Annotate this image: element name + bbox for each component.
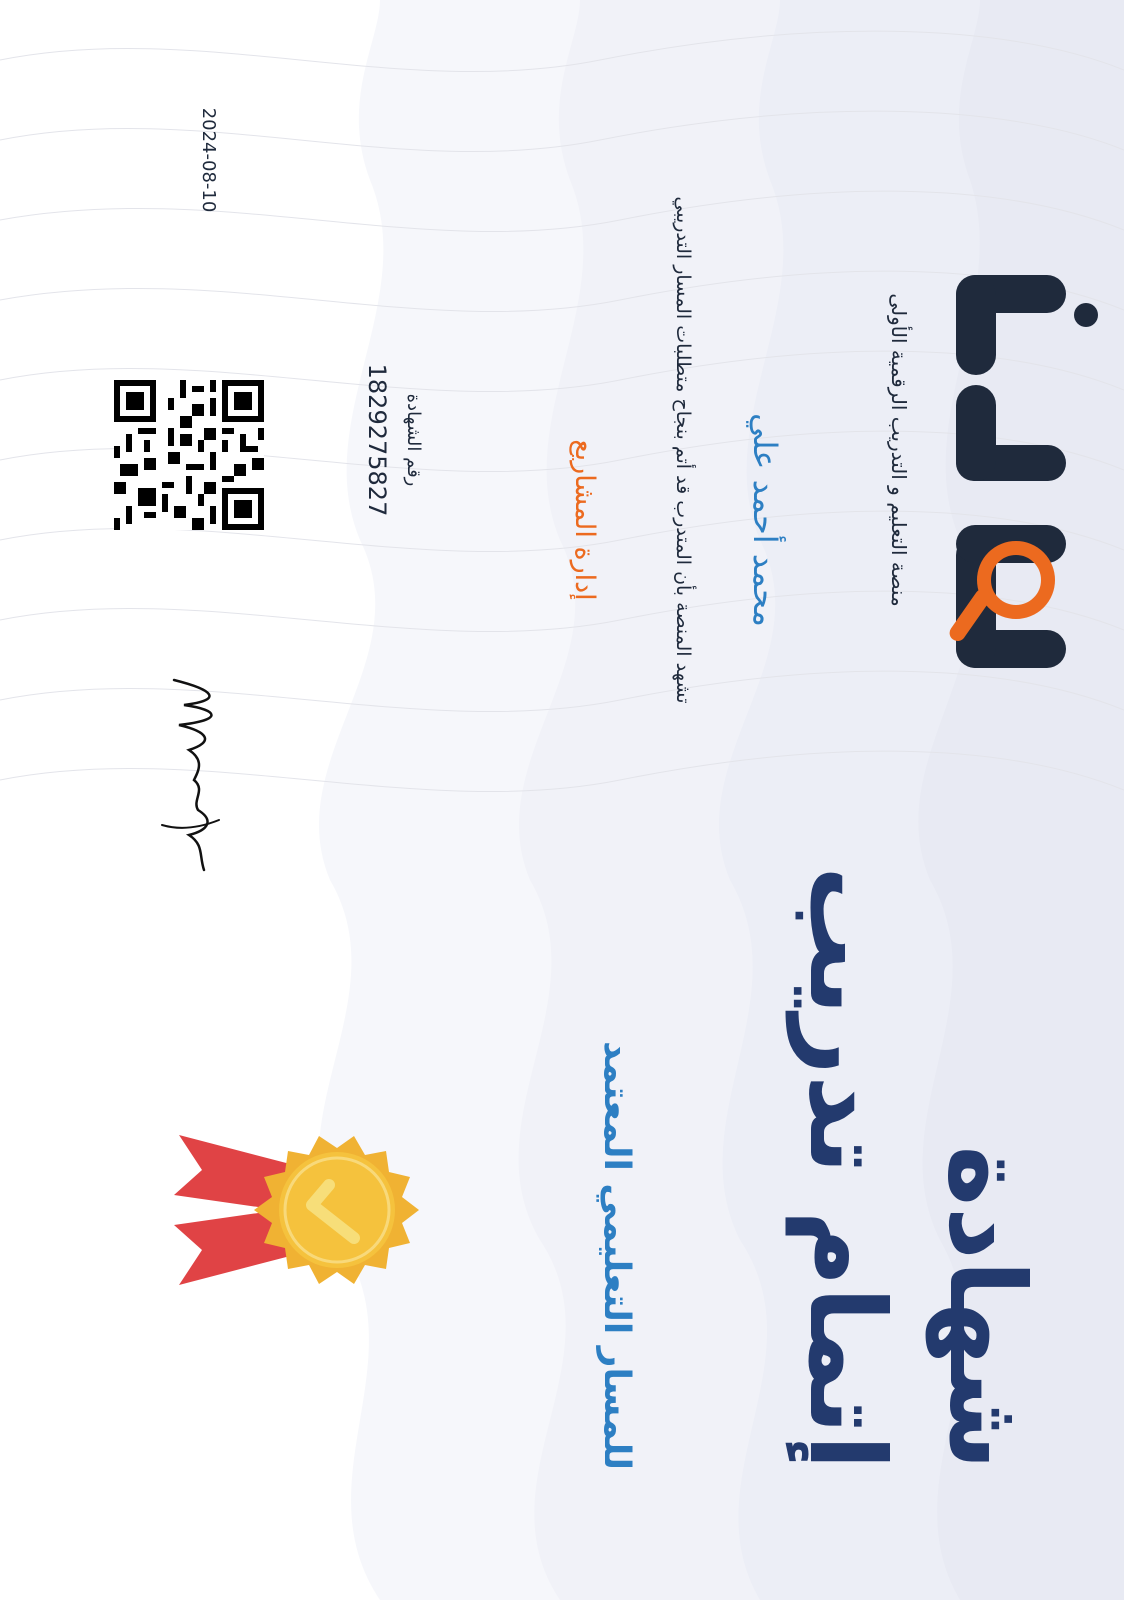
- certificate-purpose: للمسار التعليمي المعتمد: [596, 1040, 637, 1470]
- certificate-id-label: رقم الشهادة: [403, 393, 424, 487]
- issue-date: 2024-08-10: [198, 107, 219, 213]
- magnifier-logo: [949, 275, 1098, 668]
- award-medal-icon: [174, 1135, 419, 1285]
- certificate-title: شهادة: [926, 1145, 1048, 1470]
- recipient-name: محمد أحمد علي: [746, 413, 784, 627]
- certificate-statement: تشهد المنصة بأن المتدرب قد أتم بنجاح متط…: [672, 196, 694, 704]
- certificate-id: 1829275827: [363, 363, 391, 517]
- brand-tagline: منصة التعليم و التدريب الرقمية الأولى: [887, 293, 911, 607]
- certificate-landscape: منصة التعليم و التدريب الرقمية الأولى شه…: [0, 0, 1124, 1600]
- course-name: إدارة المشاريع: [569, 439, 600, 601]
- certificate-subtitle: إتمام تدريب: [786, 865, 908, 1470]
- certificate-page: منصة التعليم و التدريب الرقمية الأولى شه…: [0, 0, 1124, 1600]
- qr-code: [114, 380, 264, 530]
- signature: [161, 678, 220, 872]
